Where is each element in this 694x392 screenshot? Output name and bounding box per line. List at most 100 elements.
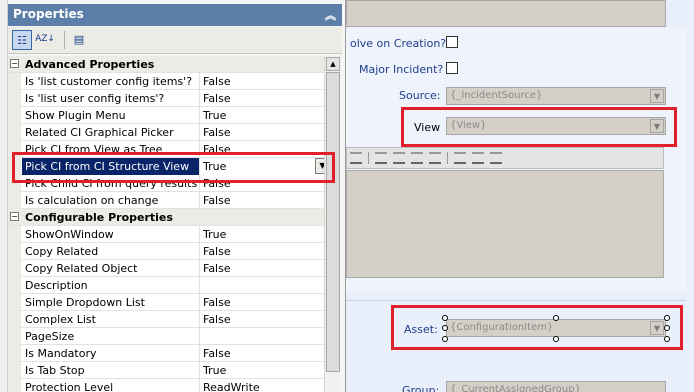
- property-row[interactable]: Is 'list customer config items'? False: [8, 73, 332, 90]
- group-label: Group:: [402, 384, 440, 392]
- property-value[interactable]: False: [200, 90, 332, 107]
- property-name[interactable]: Protection Level: [22, 379, 200, 392]
- property-value[interactable]: False: [200, 311, 332, 328]
- property-value-text: False: [203, 194, 231, 207]
- justify-icon[interactable]: [411, 152, 423, 164]
- align-right-icon[interactable]: [393, 152, 405, 164]
- property-name[interactable]: Is calculation on change: [22, 192, 200, 209]
- row-gutter: [8, 311, 21, 328]
- row-gutter: [8, 345, 21, 362]
- property-value[interactable]: True: [200, 362, 332, 379]
- property-row[interactable]: Simple Dropdown List False: [8, 294, 332, 311]
- property-name[interactable]: Is Mandatory: [22, 345, 200, 362]
- indent-icon[interactable]: [429, 152, 441, 164]
- row-gutter: [8, 294, 21, 311]
- toolbar-divider: [447, 152, 448, 164]
- property-value-text: True: [203, 364, 227, 377]
- property-row[interactable]: Show Plugin Menu True: [8, 107, 332, 124]
- property-value[interactable]: False: [200, 260, 332, 277]
- scroll-thumb[interactable]: [326, 72, 340, 372]
- property-row[interactable]: Description: [8, 277, 332, 294]
- property-row[interactable]: Is calculation on change False: [8, 192, 332, 209]
- collapse-toggle-icon[interactable]: −: [10, 59, 19, 68]
- collapse-toggle-icon[interactable]: −: [10, 212, 19, 221]
- property-value[interactable]: False: [200, 294, 332, 311]
- property-value[interactable]: False: [200, 192, 332, 209]
- property-row[interactable]: Is Mandatory False: [8, 345, 332, 362]
- align-center-icon[interactable]: [375, 152, 387, 164]
- property-pages-icon[interactable]: ▤: [69, 30, 89, 50]
- property-name[interactable]: Related CI Graphical Picker: [22, 124, 200, 141]
- row-gutter: [8, 328, 21, 345]
- property-name[interactable]: ShowOnWindow: [22, 226, 200, 243]
- major-incident-checkbox[interactable]: [446, 62, 458, 74]
- property-name[interactable]: Is 'list user config items'?: [22, 90, 200, 107]
- group-combo[interactable]: {_CurrentAssignedGroup}: [446, 381, 666, 392]
- solve-on-creation-checkbox[interactable]: [446, 36, 458, 48]
- solve-on-creation-label: olve on Creation?: [350, 37, 447, 50]
- source-combo-value: {_IncidentSource}: [450, 90, 543, 101]
- category-row[interactable]: − Advanced Properties: [8, 56, 332, 73]
- list-icon[interactable]: [454, 152, 466, 164]
- property-name[interactable]: Complex List: [22, 311, 200, 328]
- link-icon[interactable]: [490, 152, 502, 164]
- property-value-text: False: [203, 347, 231, 360]
- asset-highlight-box: [391, 305, 683, 350]
- property-value[interactable]: [200, 328, 332, 345]
- property-value[interactable]: False: [200, 345, 332, 362]
- property-value[interactable]: True: [200, 107, 332, 124]
- property-name[interactable]: Is Tab Stop: [22, 362, 200, 379]
- row-gutter: [8, 277, 21, 294]
- alphabetical-icon[interactable]: AZ↓: [35, 30, 55, 50]
- group-combo-value: {_CurrentAssignedGroup}: [450, 384, 581, 392]
- property-row[interactable]: PageSize: [8, 328, 332, 345]
- chevron-down-icon[interactable]: ▼: [650, 89, 664, 103]
- property-row[interactable]: Complex List False: [8, 311, 332, 328]
- property-name[interactable]: Simple Dropdown List: [22, 294, 200, 311]
- property-grid-scrollbar[interactable]: ▲: [324, 56, 340, 392]
- category-row[interactable]: − Configurable Properties: [8, 209, 332, 226]
- section-divider: [346, 300, 686, 301]
- source-combo[interactable]: {_IncidentSource} ▼: [446, 87, 666, 105]
- property-row[interactable]: Related CI Graphical Picker False: [8, 124, 332, 141]
- property-value-text: True: [203, 109, 227, 122]
- align-left-icon[interactable]: [350, 152, 362, 164]
- property-name[interactable]: Copy Related: [22, 243, 200, 260]
- property-value[interactable]: [200, 277, 332, 294]
- property-row[interactable]: Is 'list user config items'? False: [8, 90, 332, 107]
- property-row[interactable]: Is Tab Stop True: [8, 362, 332, 379]
- property-name[interactable]: Copy Related Object: [22, 260, 200, 277]
- property-value[interactable]: ReadWrite: [200, 379, 332, 392]
- scroll-up-icon[interactable]: ▲: [326, 57, 340, 71]
- row-gutter: [8, 243, 21, 260]
- property-name[interactable]: Is 'list customer config items'?: [22, 73, 200, 90]
- property-row[interactable]: Copy Related Object False: [8, 260, 332, 277]
- property-value[interactable]: False: [200, 73, 332, 90]
- property-value-text: False: [203, 126, 231, 139]
- property-value[interactable]: False: [200, 124, 332, 141]
- property-value-text: False: [203, 296, 231, 309]
- rich-text-area[interactable]: [346, 170, 664, 278]
- pane-edge: [0, 0, 8, 392]
- font-color-icon[interactable]: [472, 152, 484, 164]
- property-name[interactable]: Description: [22, 277, 200, 294]
- categorized-icon[interactable]: ☷: [12, 30, 32, 50]
- property-value-text: False: [203, 75, 231, 88]
- property-name[interactable]: Show Plugin Menu: [22, 107, 200, 124]
- toolbar-divider: [368, 152, 369, 164]
- major-incident-label: Major Incident?: [359, 63, 444, 76]
- property-value[interactable]: True: [200, 226, 332, 243]
- property-grid: − Advanced Properties Is 'list customer co…: [8, 56, 332, 392]
- row-gutter: [8, 107, 21, 124]
- property-row[interactable]: Copy Related False: [8, 243, 332, 260]
- property-row[interactable]: Protection Level ReadWrite: [8, 379, 332, 392]
- rich-text-toolbar: [346, 147, 664, 169]
- property-value[interactable]: False: [200, 243, 332, 260]
- pick-ci-highlight-box: [12, 152, 335, 183]
- form-header-field[interactable]: [346, 0, 666, 27]
- row-gutter: [8, 362, 21, 379]
- property-name[interactable]: PageSize: [22, 328, 200, 345]
- property-row[interactable]: ShowOnWindow True: [8, 226, 332, 243]
- property-value-text: False: [203, 313, 231, 326]
- double-chevron-up-icon[interactable]: ︽: [325, 7, 336, 23]
